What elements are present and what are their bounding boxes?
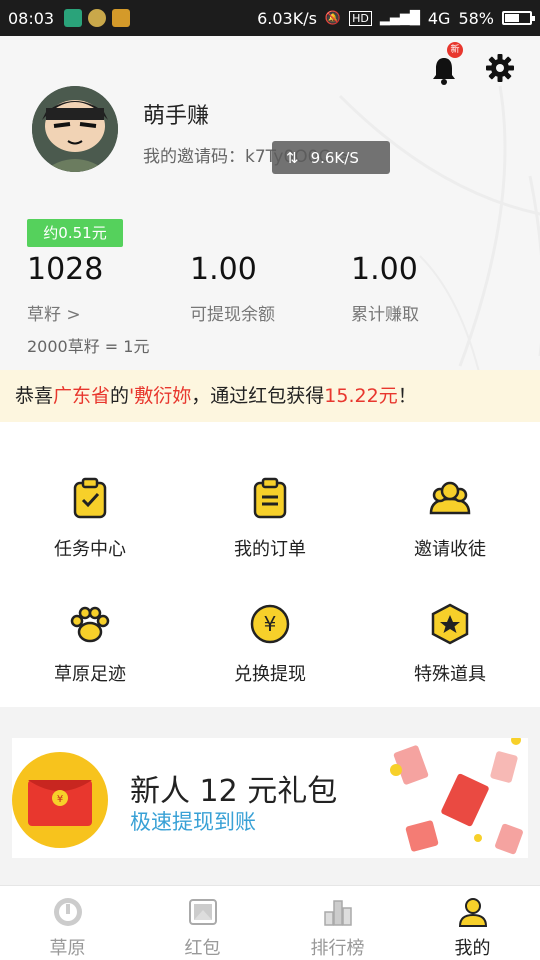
grid-item-task-center[interactable]: 任务中心 xyxy=(0,432,180,562)
banner-title: 新人 12 元礼包 xyxy=(130,774,338,809)
withdrawable-balance: 1.00 xyxy=(190,252,257,287)
reward-notice: 恭喜广东省的'敷衍妳，通过红包获得15.22元！ xyxy=(0,370,540,422)
avatar[interactable] xyxy=(32,86,118,172)
seeds-label[interactable]: 草籽 > xyxy=(27,300,81,325)
hd-icon: HD xyxy=(349,10,372,26)
status-network: 4G xyxy=(427,8,451,28)
notification-badge: 新 xyxy=(447,42,463,58)
notice-suffix: ！ xyxy=(397,385,417,407)
swap-icon: ⇅ xyxy=(286,148,299,167)
ranking-icon xyxy=(324,900,352,926)
total-earned-label: 累计赚取 xyxy=(351,305,419,325)
bottom-tab-bar: 草原 红包 排行榜 我的 xyxy=(0,885,540,960)
red-packet-illustration: ¥ xyxy=(12,752,108,848)
tab-label: 草原 xyxy=(49,938,86,959)
tab-red-packet[interactable]: 红包 xyxy=(135,886,270,960)
profile-icon xyxy=(458,898,488,927)
status-bar: 08:03 6.03K/s 🔕 HD ▂▄▆█ 4G 58% xyxy=(0,0,540,36)
grid-label: 草原足迹 xyxy=(54,664,126,685)
notice-middle: ，通过红包获得 xyxy=(191,385,325,407)
tab-label: 排行榜 xyxy=(310,938,365,959)
clipboard-check-icon xyxy=(73,477,107,519)
svg-text:¥: ¥ xyxy=(57,794,63,805)
paw-icon xyxy=(70,606,110,643)
tab-mine[interactable]: 我的 xyxy=(405,886,540,960)
exchange-rate: 2000草籽 = 1元 xyxy=(27,337,150,356)
app-notification-icon xyxy=(88,9,107,27)
net-speed-overlay: ⇅ 9.6K/S xyxy=(272,141,390,174)
gear-icon[interactable] xyxy=(484,52,516,84)
feature-grid: 任务中心 我的订单 邀请收徒 草原足迹 ¥ 兑换提现 特殊道具 xyxy=(0,422,540,707)
net-speed-value: 9.6K/S xyxy=(310,148,359,167)
withdrawable-label: 可提现余额 xyxy=(190,305,275,325)
grid-label: 特殊道具 xyxy=(414,664,486,685)
svg-text:¥: ¥ xyxy=(264,612,277,636)
battery-icon xyxy=(502,11,535,25)
newbie-gift-banner[interactable]: ¥ 新人 12 元礼包 极速提现到账 xyxy=(12,738,528,858)
clipboard-list-icon xyxy=(253,477,287,519)
status-speed: 6.03K/s xyxy=(257,8,317,28)
grid-item-footprints[interactable]: 草原足迹 xyxy=(0,557,180,687)
bell-icon[interactable] xyxy=(428,54,460,86)
profile-header: 新 萌手赚 我的邀请码：k7Ty0O0O > ⇅ 9.6K/S 约0.51元 1… xyxy=(0,36,540,370)
red-packet-icon xyxy=(189,899,217,925)
notice-province: 广东省 xyxy=(53,385,111,407)
floating-red-packets xyxy=(390,738,523,855)
grass-decoration xyxy=(338,85,540,370)
tab-grassland[interactable]: 草原 xyxy=(0,886,135,960)
status-time: 08:03 xyxy=(8,8,55,28)
total-earned: 1.00 xyxy=(351,252,418,287)
notice-prefix: 恭喜 xyxy=(15,385,54,407)
yuan-coin-icon: ¥ xyxy=(250,604,290,644)
grid-item-special-items[interactable]: 特殊道具 xyxy=(360,557,540,687)
star-hexagon-icon xyxy=(431,603,469,645)
grid-item-exchange[interactable]: ¥ 兑换提现 xyxy=(180,557,360,687)
seeds-count[interactable]: 1028 xyxy=(27,252,103,287)
signal-icon: ▂▄▆█ xyxy=(379,10,420,26)
group-icon xyxy=(429,481,471,515)
status-battery: 58% xyxy=(458,8,494,28)
app-notification-icon xyxy=(112,9,131,27)
notice-de: 的 xyxy=(110,385,130,407)
app-notification-icon xyxy=(64,9,83,27)
grid-label: 兑换提现 xyxy=(234,664,306,685)
nickname: 萌手赚 xyxy=(143,104,210,129)
notice-user: '敷衍妳 xyxy=(129,385,192,407)
tab-ranking[interactable]: 排行榜 xyxy=(270,886,405,960)
tab-label: 红包 xyxy=(184,938,221,959)
banner-subtitle: 极速提现到账 xyxy=(130,810,256,834)
grid-item-my-orders[interactable]: 我的订单 xyxy=(180,432,360,562)
avatar-image xyxy=(32,86,118,172)
tab-label: 我的 xyxy=(454,938,491,959)
approx-value-badge: 约0.51元 xyxy=(27,219,123,247)
mute-icon: 🔕 xyxy=(324,10,342,26)
grid-item-invite[interactable]: 邀请收徒 xyxy=(360,432,540,562)
grassland-icon xyxy=(54,898,82,926)
notice-amount: 15.22元 xyxy=(324,385,398,407)
